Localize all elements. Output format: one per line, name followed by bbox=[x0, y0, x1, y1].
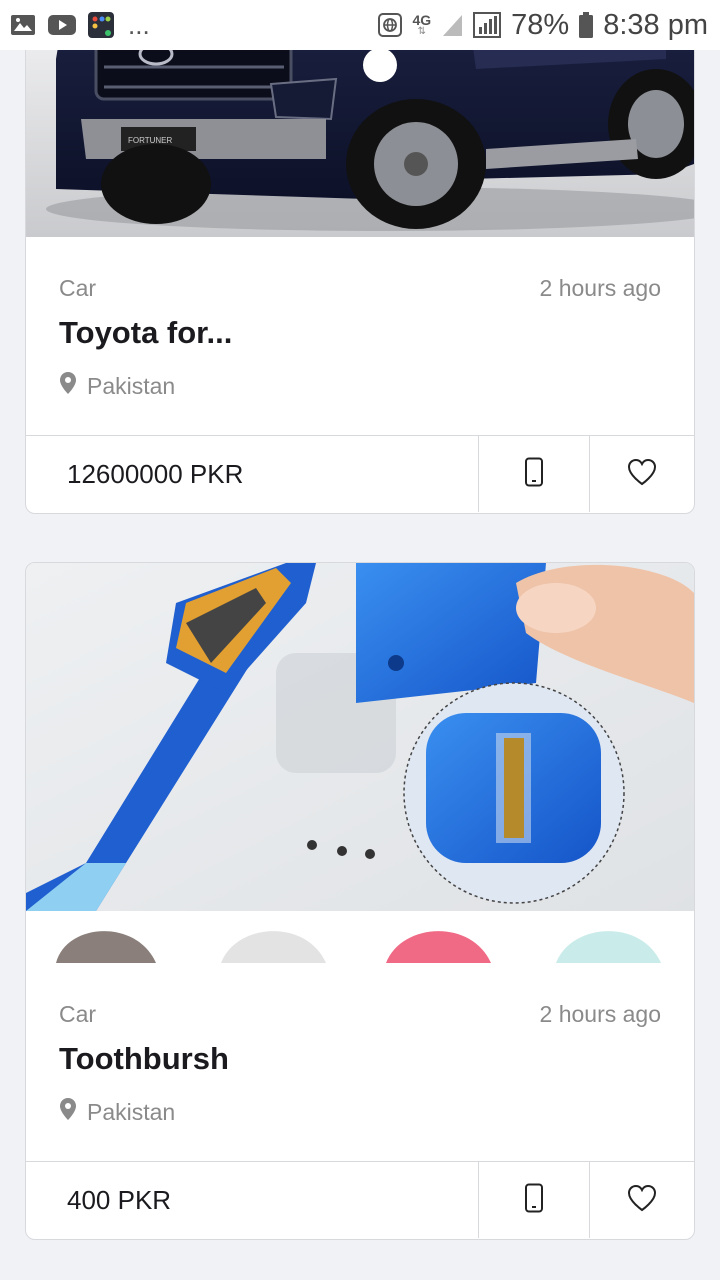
network-type-icon: 4G ⇅ bbox=[412, 12, 432, 37]
listing-meta: Car 2 hours ago bbox=[59, 275, 661, 302]
toothbrush-photo bbox=[26, 563, 694, 963]
listing-price: 12600000 PKR bbox=[67, 458, 244, 489]
app-notification-icon bbox=[88, 12, 114, 38]
call-button[interactable] bbox=[478, 1162, 589, 1238]
signal-empty-icon bbox=[441, 13, 463, 37]
phone-icon bbox=[524, 1183, 544, 1218]
listing-title[interactable]: Toothbursh bbox=[59, 1041, 229, 1077]
listing-meta: Car 2 hours ago bbox=[59, 1001, 661, 1028]
listing-title[interactable]: Toyota for... bbox=[59, 315, 232, 351]
listing-category: Car bbox=[59, 275, 97, 301]
heart-icon bbox=[627, 458, 657, 491]
favorite-button[interactable] bbox=[589, 1162, 694, 1238]
location-pin-icon bbox=[59, 371, 77, 401]
location-pin-icon bbox=[59, 1097, 77, 1127]
listing-location: Pakistan bbox=[59, 1097, 175, 1127]
listing-category: Car bbox=[59, 1001, 97, 1027]
location-text: Pakistan bbox=[87, 1098, 176, 1125]
status-bar: ... 4G ⇅ 78% 8:38 pm bbox=[0, 0, 720, 50]
battery-icon bbox=[579, 12, 594, 38]
favorite-button[interactable] bbox=[589, 436, 694, 512]
location-text: Pakistan bbox=[87, 372, 176, 399]
heart-icon bbox=[627, 1184, 657, 1217]
listing-action-bar: 12600000 PKR bbox=[26, 435, 694, 512]
svg-text:FORTUNER: FORTUNER bbox=[128, 136, 173, 145]
battery-percent: 78% bbox=[511, 8, 570, 41]
listing-card[interactable]: FORTUNER Car 2 hours ago Toyota for... P… bbox=[25, 0, 695, 514]
signal-bars-icon bbox=[473, 12, 502, 38]
phone-icon bbox=[524, 457, 544, 492]
listing-card[interactable]: Car 2 hours ago Toothbursh Pakistan 400 … bbox=[25, 562, 695, 1240]
listing-action-bar: 400 PKR bbox=[26, 1161, 694, 1238]
call-button[interactable] bbox=[478, 436, 589, 512]
gallery-notification-icon bbox=[10, 14, 36, 36]
listing-time: 2 hours ago bbox=[539, 275, 661, 301]
listing-price: 400 PKR bbox=[67, 1184, 172, 1215]
youtube-notification-icon bbox=[48, 15, 76, 35]
more-notifications: ... bbox=[128, 9, 150, 40]
vpn-globe-icon bbox=[378, 13, 403, 37]
listing-location: Pakistan bbox=[59, 371, 175, 401]
clock: 8:38 pm bbox=[603, 8, 708, 41]
listing-image[interactable] bbox=[26, 563, 694, 963]
listing-time: 2 hours ago bbox=[539, 1001, 661, 1027]
